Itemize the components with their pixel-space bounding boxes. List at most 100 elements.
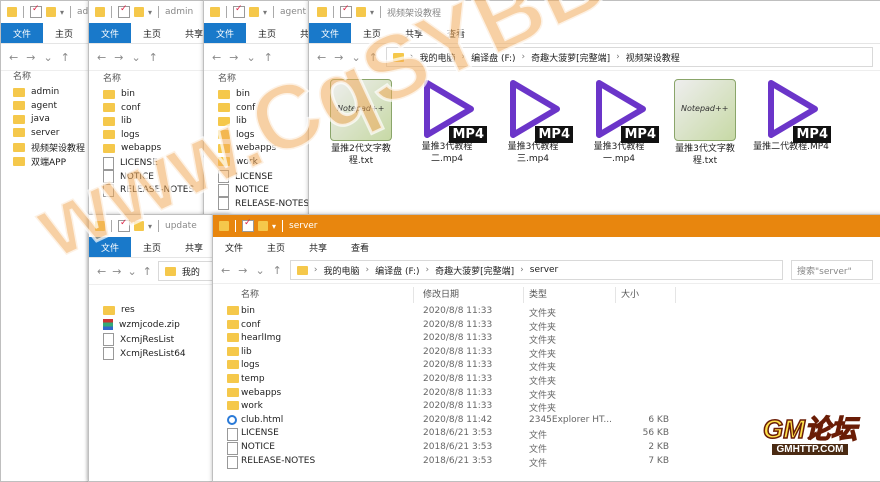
list-item[interactable]: 双端APP [13,155,66,168]
forward-arrow-icon[interactable]: → [334,51,343,64]
list-item[interactable]: bin [103,89,135,99]
column-header-size[interactable]: 大小 [621,287,639,300]
tab-home[interactable]: 主页 [131,237,173,257]
column-divider[interactable] [675,287,676,303]
customize-toolbar-icon[interactable]: ▾ [263,8,267,17]
forward-arrow-icon[interactable]: → [114,51,123,64]
chevron-right-icon[interactable]: › [522,52,526,62]
forward-arrow-icon[interactable]: → [238,264,247,277]
table-row[interactable]: LICENSE 2018/6/21 3:53 文件 56 KB [213,427,880,442]
list-item[interactable]: conf [218,103,255,113]
up-arrow-icon[interactable]: ↑ [149,51,158,64]
breadcrumb-item[interactable]: 奇趣大菠萝[完整端] [435,264,514,277]
tab-share[interactable]: 共享 [297,237,340,257]
dropdown-icon[interactable]: ⌄ [127,265,136,278]
list-item[interactable]: agent [13,101,57,111]
list-item[interactable]: lib [103,116,132,126]
tab-file[interactable]: 文件 [89,237,132,257]
tab-share[interactable]: 共享 [393,23,435,43]
address-bar[interactable]: › 我的电脑 › 编译盘 (F:) › 奇趣大菠萝[完整端] › server [289,260,783,280]
tab-share[interactable]: 共享 [173,237,215,257]
file-tile[interactable]: MP4 量推二代教程.MP4 [753,79,831,153]
list-item[interactable]: java [13,114,50,124]
back-arrow-icon[interactable]: ← [9,51,18,64]
chevron-right-icon[interactable]: › [520,265,524,275]
address-bar[interactable]: › 我的电脑 › 编译盘 (F:) › 奇趣大菠萝[完整端] › 视频架设教程 [385,47,873,67]
list-item[interactable]: LICENSE [218,170,273,183]
column-divider[interactable] [413,287,414,303]
table-row[interactable]: RELEASE-NOTES 2018/6/21 3:53 文件 7 KB [213,455,880,469]
back-arrow-icon[interactable]: ← [221,264,230,277]
list-item[interactable]: work [218,157,258,167]
table-row[interactable]: conf 2020/8/8 11:33 文件夹 [213,319,880,333]
forward-arrow-icon[interactable]: → [229,51,238,64]
column-header-name[interactable]: 名称 [103,71,121,84]
tab-file[interactable]: 文件 [89,23,132,43]
tab-view[interactable]: 查看 [435,23,477,43]
tab-home[interactable]: 主页 [255,237,298,257]
column-divider[interactable] [615,287,616,303]
table-row[interactable]: hearlImg 2020/8/8 11:33 文件夹 [213,332,880,346]
list-item[interactable]: RELEASE-NOTES [218,197,309,210]
file-tile[interactable]: Notepad++ 量推2代文字教程.txt [323,79,399,167]
new-folder-icon[interactable] [249,7,259,17]
list-item[interactable]: 视频架设教程 [13,141,85,154]
properties-icon[interactable] [118,218,130,232]
back-arrow-icon[interactable]: ← [97,51,106,64]
dropdown-icon[interactable]: ⌄ [351,51,360,64]
properties-icon[interactable] [30,4,42,18]
breadcrumb-item[interactable]: 编译盘 (F:) [471,51,515,64]
file-tile[interactable]: MP4 量推3代教程三.mp4 [495,79,573,165]
new-folder-icon[interactable] [356,7,366,17]
file-tile[interactable]: MP4 量推3代教程一.mp4 [581,79,659,165]
properties-icon[interactable] [340,4,352,18]
column-divider[interactable] [523,287,524,303]
table-row[interactable]: bin 2020/8/8 11:33 文件夹 [213,305,880,319]
chevron-right-icon[interactable]: › [410,52,414,62]
breadcrumb-item[interactable]: 我的 [182,265,200,278]
tab-file[interactable]: 文件 [1,23,44,43]
customize-toolbar-icon[interactable]: ▾ [272,222,276,231]
breadcrumb-item[interactable]: 编译盘 (F:) [375,264,419,277]
back-arrow-icon[interactable]: ← [97,265,106,278]
list-item[interactable]: admin [13,87,59,97]
table-row[interactable]: temp 2020/8/8 11:33 文件夹 [213,373,880,387]
list-item[interactable]: res [103,305,135,315]
chevron-right-icon[interactable]: › [616,52,620,62]
dropdown-icon[interactable]: ⌄ [43,51,52,64]
tab-file[interactable]: 文件 [213,237,256,257]
dropdown-icon[interactable]: ⌄ [255,264,264,277]
list-item[interactable]: RELEASE-NOTES [103,183,194,197]
list-item[interactable]: XcmjResList [103,333,174,346]
customize-toolbar-icon[interactable]: ▾ [148,222,152,231]
back-arrow-icon[interactable]: ← [317,51,326,64]
breadcrumb-item[interactable]: server [530,265,559,275]
column-header-name[interactable]: 名称 [218,71,236,84]
customize-toolbar-icon[interactable]: ▾ [370,8,374,17]
list-item[interactable]: server [13,128,60,138]
tab-home[interactable]: 主页 [131,23,173,43]
up-arrow-icon[interactable]: ↑ [369,51,378,64]
list-item[interactable]: bin [218,89,250,99]
tab-file[interactable]: 文件 [204,23,247,43]
up-arrow-icon[interactable]: ↑ [273,264,282,277]
dropdown-icon[interactable]: ⌄ [246,51,255,64]
new-folder-icon[interactable] [134,7,144,17]
file-tile[interactable]: MP4 量推3代教程二.mp4 [409,79,487,165]
list-item[interactable]: NOTICE [218,183,269,197]
properties-icon[interactable] [233,4,245,18]
up-arrow-icon[interactable]: ↑ [143,265,152,278]
new-folder-icon[interactable] [258,221,268,231]
breadcrumb-item[interactable]: 我的电脑 [419,51,455,64]
column-header-type[interactable]: 类型 [529,287,547,300]
customize-toolbar-icon[interactable]: ▾ [60,8,64,17]
chevron-right-icon[interactable]: › [462,52,466,62]
breadcrumb-item[interactable]: 视频架设教程 [626,51,680,64]
column-header-name[interactable]: 名称 [13,69,31,82]
forward-arrow-icon[interactable]: → [112,265,121,278]
chevron-right-icon[interactable]: › [366,265,370,275]
chevron-right-icon[interactable]: › [314,265,318,275]
list-item[interactable]: logs [218,130,254,140]
list-item[interactable]: XcmjResList64 [103,347,186,360]
tab-view[interactable]: 查看 [339,237,382,257]
